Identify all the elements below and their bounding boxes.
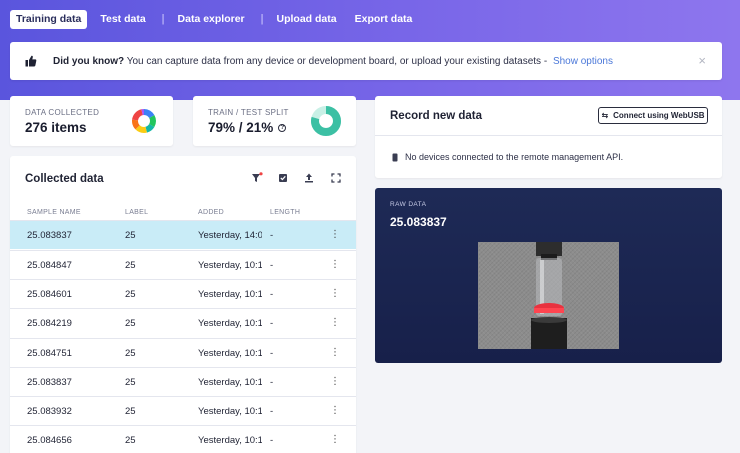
sample-length: -	[270, 289, 274, 300]
row-menu-icon[interactable]: ⋮	[330, 228, 338, 242]
thumbs-up-icon	[25, 55, 37, 67]
close-icon[interactable]: ×	[698, 54, 706, 67]
sample-label: 25	[125, 406, 136, 417]
sample-name: 25.084656	[27, 435, 72, 446]
sample-label: 25	[125, 260, 136, 271]
row-menu-icon[interactable]: ⋮	[330, 346, 338, 360]
table-row[interactable]: 25.084847 25 Yesterday, 10:1… - ⋮	[10, 250, 356, 279]
split-text: 79% / 21%	[208, 120, 274, 135]
tab-separator: |	[260, 13, 264, 25]
row-menu-icon[interactable]: ⋮	[330, 258, 338, 272]
sample-name: 25.084751	[27, 348, 72, 359]
raw-data-panel: RAW DATA 25.083837	[375, 188, 722, 363]
table-row[interactable]: 25.084751 25 Yesterday, 10:1… - ⋮	[10, 338, 356, 367]
device-icon	[392, 153, 398, 162]
tab-test-data[interactable]: Test data	[95, 10, 150, 29]
train-test-split-card: TRAIN / TEST SPLIT 79% / 21%?	[193, 96, 356, 146]
sample-photo	[478, 242, 619, 349]
data-collected-card: DATA COLLECTED 276 items	[10, 96, 173, 146]
sample-length: -	[270, 260, 274, 271]
show-options-link[interactable]: Show options	[553, 56, 613, 67]
tab-export-data[interactable]: Export data	[350, 10, 418, 29]
sample-added: Yesterday, 10:1…	[198, 435, 262, 446]
nav-tabs: Training data Test data | Data explorer …	[10, 9, 425, 29]
sample-added: Yesterday, 10:1…	[198, 406, 262, 417]
table-row[interactable]: 25.084601 25 Yesterday, 10:1… - ⋮	[10, 279, 356, 308]
sample-length: -	[270, 377, 274, 388]
column-header-sample-name[interactable]: SAMPLE NAME	[27, 209, 81, 216]
row-menu-icon[interactable]: ⋮	[330, 404, 338, 418]
connect-webusb-button[interactable]: ⇆ Connect using WebUSB	[598, 107, 708, 124]
sample-length: -	[270, 435, 274, 446]
sample-name: 25.084219	[27, 318, 72, 329]
sample-added: Yesterday, 10:1…	[198, 260, 262, 271]
connect-webusb-label: Connect using WebUSB	[613, 111, 705, 120]
tab-separator: |	[161, 13, 165, 25]
tip-message: Did you know? You can capture data from …	[53, 56, 613, 67]
sample-added: Yesterday, 14:0…	[198, 230, 262, 241]
tab-data-explorer[interactable]: Data explorer	[173, 10, 250, 29]
row-menu-icon[interactable]: ⋮	[330, 375, 338, 389]
sample-added: Yesterday, 10:1…	[198, 318, 262, 329]
sample-length: -	[270, 406, 274, 417]
help-icon[interactable]: ?	[278, 124, 287, 133]
sample-label: 25	[125, 348, 136, 359]
filter-icon[interactable]	[251, 172, 263, 184]
sample-image	[478, 242, 619, 349]
sample-name: 25.084601	[27, 289, 72, 300]
raw-data-value: 25.083837	[390, 215, 447, 229]
data-collected-label: DATA COLLECTED	[25, 108, 100, 117]
row-menu-icon[interactable]: ⋮	[330, 287, 338, 301]
sample-label: 25	[125, 435, 136, 446]
row-menu-icon[interactable]: ⋮	[330, 316, 338, 330]
sample-length: -	[270, 318, 274, 329]
usb-icon: ⇆	[601, 111, 609, 120]
data-collected-value: 276 items	[25, 120, 87, 135]
upload-icon[interactable]	[303, 172, 315, 184]
record-data-title: Record new data	[390, 110, 483, 122]
divider	[375, 135, 722, 136]
sample-name: 25.083837	[27, 377, 72, 388]
table-row[interactable]: 25.083837 25 Yesterday, 10:1… - ⋮	[10, 367, 356, 396]
sample-name: 25.083837	[27, 230, 72, 241]
train-test-split-value: 79% / 21%?	[208, 120, 287, 135]
table-row[interactable]: 25.084656 25 Yesterday, 10:1… - ⋮	[10, 425, 356, 453]
tab-training-data[interactable]: Training data	[10, 9, 88, 29]
sample-label: 25	[125, 289, 136, 300]
table-row[interactable]: 25.084219 25 Yesterday, 10:1… - ⋮	[10, 308, 356, 337]
table-row[interactable]: 25.083932 25 Yesterday, 10:1… - ⋮	[10, 396, 356, 425]
label-distribution-donut-icon	[132, 109, 156, 133]
sample-name: 25.083932	[27, 406, 72, 417]
collected-data-title: Collected data	[25, 173, 104, 185]
sample-length: -	[270, 348, 274, 359]
sample-added: Yesterday, 10:1…	[198, 377, 262, 388]
tip-heading: Did you know?	[53, 55, 125, 67]
select-checkbox-icon[interactable]	[277, 172, 289, 184]
sample-added: Yesterday, 10:1…	[198, 289, 262, 300]
table-row[interactable]: 25.083837 25 Yesterday, 14:0… - ⋮	[10, 220, 356, 249]
sample-added: Yesterday, 10:1…	[198, 348, 262, 359]
tip-banner: Did you know? You can capture data from …	[10, 42, 722, 80]
column-header-length[interactable]: LENGTH	[270, 209, 300, 216]
tip-text: You can capture data from any device or …	[124, 55, 550, 67]
column-header-added[interactable]: ADDED	[198, 209, 224, 216]
train-test-split-label: TRAIN / TEST SPLIT	[208, 108, 289, 117]
sample-label: 25	[125, 230, 136, 241]
split-donut-icon	[311, 106, 341, 136]
sample-label: 25	[125, 318, 136, 329]
raw-data-label: RAW DATA	[390, 201, 427, 208]
tab-upload-data[interactable]: Upload data	[272, 10, 342, 29]
column-header-label[interactable]: LABEL	[125, 209, 148, 216]
row-menu-icon[interactable]: ⋮	[330, 433, 338, 447]
expand-icon[interactable]	[330, 172, 342, 184]
sample-label: 25	[125, 377, 136, 388]
sample-name: 25.084847	[27, 260, 72, 271]
device-status: No devices connected to the remote manag…	[405, 152, 624, 162]
sample-length: -	[270, 230, 274, 241]
